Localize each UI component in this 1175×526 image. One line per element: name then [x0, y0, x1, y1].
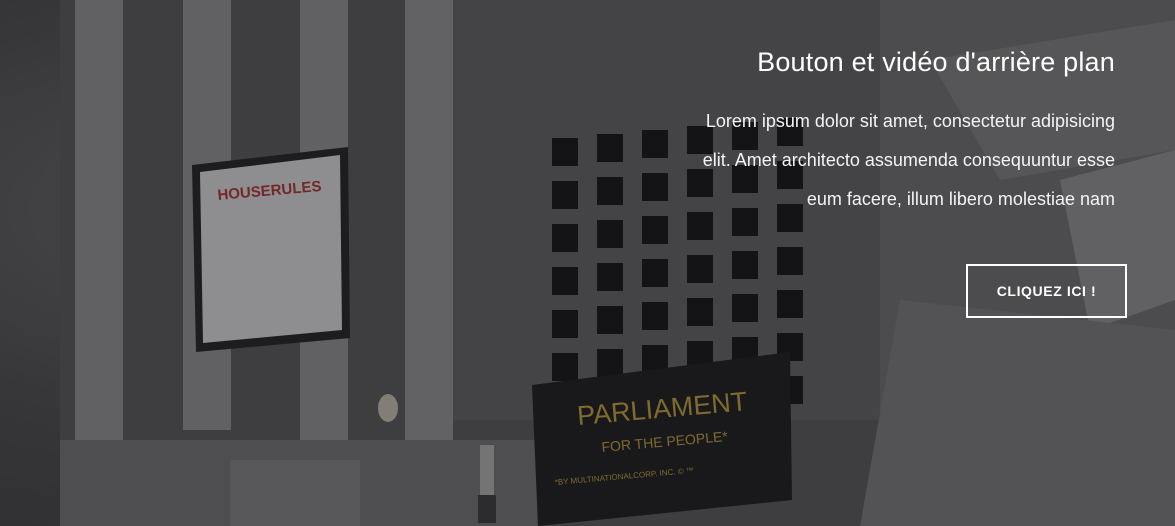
- hero-content: Bouton et vidéo d'arrière plan Lorem ips…: [555, 42, 1115, 219]
- hero-title: Bouton et vidéo d'arrière plan: [757, 47, 1115, 77]
- hero-description: Lorem ipsum dolor sit amet, consectetur …: [555, 102, 1115, 219]
- hero-section: HOUSERULES PARLIAMENT FOR THE PEOPLE* *B…: [0, 0, 1175, 526]
- description-line-3: eum facere, illum libero molestiae nam: [806, 189, 1115, 209]
- description-line-1: Lorem ipsum dolor sit amet, consectetur …: [705, 111, 1115, 131]
- cliquez-ici-button[interactable]: CLIQUEZ ICI !: [966, 264, 1127, 318]
- description-line-2: elit. Amet architecto assumenda consequu…: [702, 150, 1115, 170]
